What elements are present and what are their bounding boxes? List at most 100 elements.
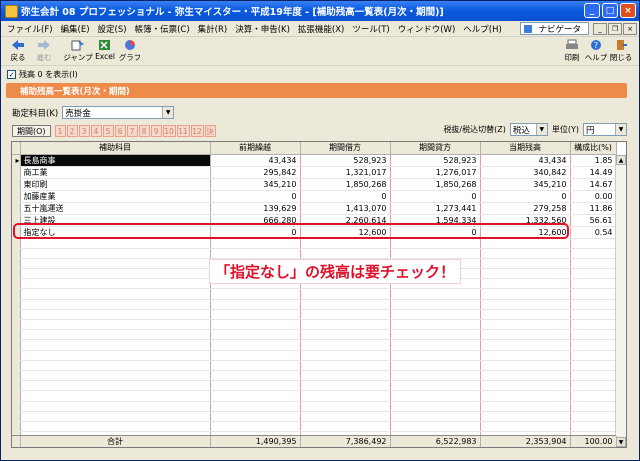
ratio-cell[interactable]: 56.61 [570, 214, 617, 227]
month-button[interactable]: 7 [126, 125, 138, 137]
close-label: 閉じる [609, 53, 633, 62]
ratio-cell[interactable]: 14.49 [570, 166, 617, 179]
mdi-close-button[interactable]: × [623, 23, 637, 35]
empty-row [12, 248, 617, 259]
graph-icon [125, 40, 135, 50]
unit-label: 単位(Y) [551, 125, 579, 134]
menu-tools[interactable]: ツール(T) [348, 23, 393, 35]
debit-cell[interactable]: 528,923 [300, 154, 391, 167]
sub-account-cell[interactable]: 長島商事 [20, 154, 211, 167]
scroll-up-icon[interactable]: ▲ [616, 155, 626, 165]
help-button[interactable]: ? ヘルプ [583, 39, 609, 65]
month-button[interactable]: 2 [66, 125, 78, 137]
balance-cell[interactable]: 279,258 [480, 202, 571, 215]
menu-file[interactable]: ファイル(F) [3, 23, 57, 35]
balance-cell[interactable]: 345,210 [480, 178, 571, 191]
menu-edit[interactable]: 編集(E) [57, 23, 94, 35]
chevron-down-icon: ▼ [535, 124, 547, 135]
column-header[interactable]: 当期残高 [480, 142, 571, 155]
debit-cell[interactable]: 1,850,268 [300, 178, 391, 191]
menu-closing[interactable]: 決算・申告(K) [231, 23, 294, 35]
sub-account-cell[interactable]: 加藤産業 [20, 190, 211, 203]
balance-cell[interactable]: 43,434 [480, 154, 571, 167]
maximize-button[interactable]: □ [602, 3, 618, 18]
menu-books[interactable]: 帳簿・伝票(C) [131, 23, 194, 35]
ratio-cell[interactable]: 0.00 [570, 190, 617, 203]
prev-balance-cell[interactable]: 295,842 [210, 166, 301, 179]
print-button[interactable]: 印刷 [559, 39, 585, 65]
month-button[interactable]: 6 [114, 125, 126, 137]
ratio-cell[interactable]: 0.54 [570, 226, 617, 239]
prev-balance-cell[interactable]: 43,434 [210, 154, 301, 167]
close-window-button[interactable]: × [620, 3, 636, 18]
credit-cell[interactable]: 1,276,017 [390, 166, 481, 179]
scroll-down-icon[interactable]: ▼ [616, 437, 626, 447]
column-header[interactable]: 期間借方 [300, 142, 391, 155]
sub-account-cell[interactable]: 五十嵐運送 [20, 202, 211, 215]
table-row[interactable]: 加藤産業 0 0 0 0 0.00 [12, 190, 617, 203]
mdi-restore-button[interactable]: ❐ [608, 23, 622, 35]
balance-cell[interactable]: 0 [480, 190, 571, 203]
forward-button[interactable]: 進む [31, 39, 57, 65]
credit-cell[interactable]: 1,850,268 [390, 178, 481, 191]
prev-balance-cell[interactable]: 139,629 [210, 202, 301, 215]
debit-cell[interactable]: 0 [300, 190, 391, 203]
period-button[interactable]: 期間(O) [12, 125, 51, 137]
menu-window[interactable]: ウィンドウ(W) [394, 23, 460, 35]
show-zero-checkbox[interactable]: ✓ [7, 69, 16, 79]
menu-summary[interactable]: 集計(R) [194, 23, 232, 35]
table-row[interactable]: 五十嵐運送 139,629 1,413,070 1,273,441 279,25… [12, 202, 617, 215]
mdi-minimize-button[interactable]: _ [593, 23, 607, 35]
month-button[interactable]: 5 [102, 125, 114, 137]
month-button[interactable]: 11 [176, 125, 190, 137]
ratio-cell[interactable]: 14.67 [570, 178, 617, 191]
account-select[interactable]: 売掛金 ▼ [62, 106, 175, 119]
column-header[interactable]: 前期繰越 [210, 142, 301, 155]
grid-corner [12, 142, 21, 155]
callout-annotation: 「指定なし」の残高は要チェック！ [209, 259, 462, 284]
column-header[interactable]: 補助科目 [20, 142, 211, 155]
prev-balance-cell[interactable]: 345,210 [210, 178, 301, 191]
column-header[interactable]: 構成比(%) [570, 142, 617, 155]
balance-cell[interactable]: 340,842 [480, 166, 571, 179]
closing-month-button[interactable]: 決 [204, 125, 216, 137]
sub-account-cell[interactable]: 東印刷 [20, 178, 211, 191]
vertical-scrollbar[interactable]: ▲ ▼ [615, 155, 626, 447]
menu-extensions[interactable]: 拡張機能(X) [294, 23, 348, 35]
empty-row [12, 401, 617, 412]
unit-select[interactable]: 円 ▼ [583, 123, 627, 136]
jump-button[interactable]: ジャンプ [63, 39, 93, 65]
back-button[interactable]: 戻る [5, 39, 31, 65]
ratio-cell[interactable]: 1.85 [570, 154, 617, 167]
credit-cell[interactable]: 1,273,441 [390, 202, 481, 215]
month-button[interactable]: 4 [90, 125, 102, 137]
table-row[interactable]: 東印刷 345,210 1,850,268 1,850,268 345,210 … [12, 178, 617, 191]
month-button[interactable]: 1 [54, 125, 66, 137]
column-header[interactable]: 期間貸方 [390, 142, 481, 155]
empty-row [12, 360, 617, 371]
tax-select[interactable]: 税込 ▼ [509, 123, 548, 136]
close-button[interactable]: 閉じる [608, 39, 634, 65]
menu-settings[interactable]: 設定(S) [94, 23, 131, 35]
prev-balance-cell[interactable]: 0 [210, 190, 301, 203]
table-row[interactable]: ▸ 長島商事 43,434 528,923 528,923 43,434 1.8… [12, 154, 617, 167]
month-button[interactable]: 8 [138, 125, 150, 137]
graph-button[interactable]: グラフ [117, 39, 143, 65]
menu-help[interactable]: ヘルプ(H) [459, 23, 506, 35]
credit-cell[interactable]: 528,923 [390, 154, 481, 167]
excel-button[interactable]: Excel [92, 39, 118, 65]
month-button[interactable]: 12 [190, 125, 204, 137]
navigator-button[interactable]: ナビゲータ [520, 22, 589, 35]
minimize-button[interactable]: _ [584, 3, 600, 18]
credit-cell[interactable]: 0 [390, 190, 481, 203]
table-row[interactable]: 商工業 295,842 1,321,017 1,276,017 340,842 … [12, 166, 617, 179]
debit-cell[interactable]: 1,413,070 [300, 202, 391, 215]
sub-account-cell[interactable]: 商工業 [20, 166, 211, 179]
month-button[interactable]: 10 [162, 125, 176, 137]
month-button[interactable]: 3 [78, 125, 90, 137]
grid-header-row: 補助科目 前期繰越 期間借方 期間貸方 当期残高 構成比(%) [12, 142, 617, 155]
help-label: ヘルプ [584, 53, 608, 62]
ratio-cell[interactable]: 11.86 [570, 202, 617, 215]
debit-cell[interactable]: 1,321,017 [300, 166, 391, 179]
month-button[interactable]: 9 [150, 125, 162, 137]
